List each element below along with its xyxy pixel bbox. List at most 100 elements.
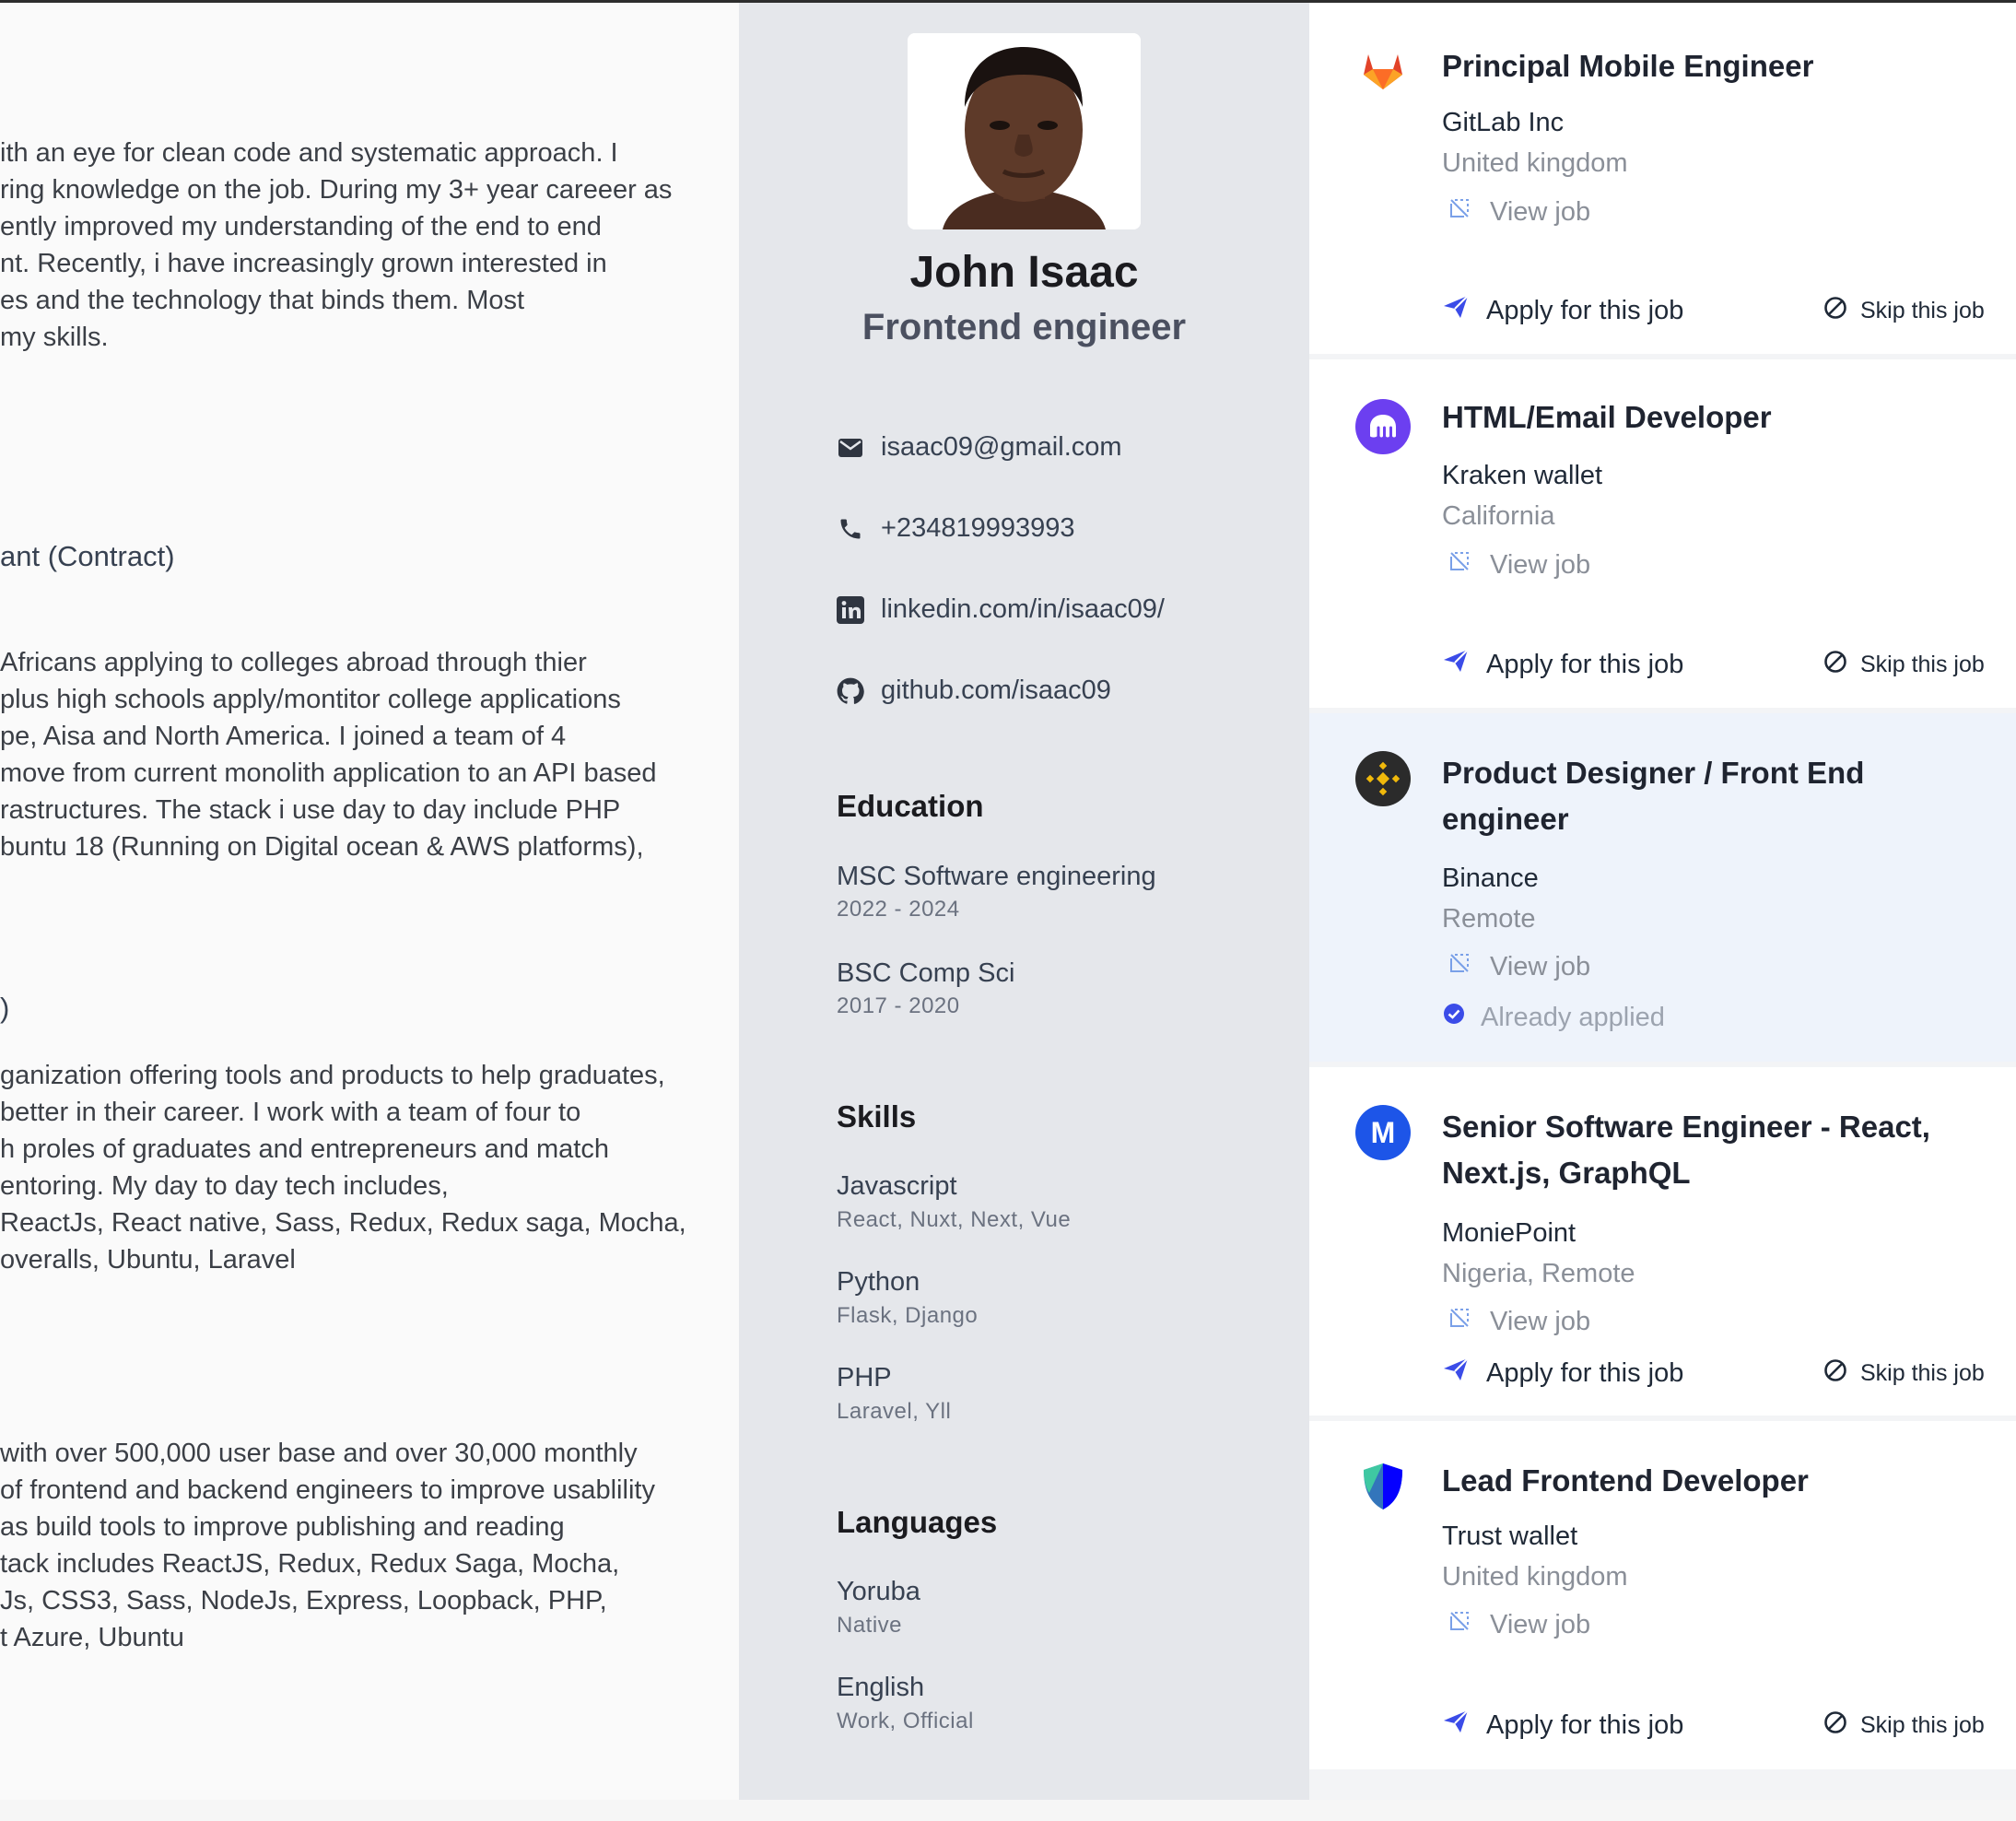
experience-line: pe, Aisa and North America. I joined a t…	[0, 722, 567, 751]
language-name: Yoruba	[837, 1577, 920, 1606]
view-job-label: View job	[1490, 1306, 1591, 1336]
job-location: Remote	[1442, 904, 1536, 934]
phone-icon	[837, 515, 864, 543]
experience-description: ganization offering tools and products t…	[0, 1057, 686, 1278]
experience-line: plus high schools apply/montitor college…	[0, 685, 621, 714]
ban-icon	[1823, 1710, 1847, 1741]
external-link-icon	[1448, 196, 1471, 228]
send-icon	[1442, 1357, 1470, 1390]
skill-frameworks: React, Nuxt, Next, Vue	[837, 1207, 1072, 1232]
contact-phone-text: +234819993993	[881, 513, 1075, 543]
external-link-icon	[1448, 549, 1471, 581]
experience-heading: )	[0, 992, 10, 1024]
skills-title: Skills	[837, 1099, 917, 1134]
education-title: Education	[837, 789, 984, 823]
binance-icon	[1355, 751, 1411, 806]
view-job-link[interactable]: View job	[1448, 1306, 1590, 1337]
summary-line: nt. Recently, i have increasingly grown …	[0, 249, 607, 278]
skip-label: Skip this job	[1860, 652, 1985, 677]
view-job-link[interactable]: View job	[1448, 196, 1590, 228]
contact-email[interactable]: isaac09@gmail.com	[837, 432, 1122, 463]
experience-line: with over 500,000 user base and over 30,…	[0, 1439, 638, 1468]
summary-line: my skills.	[0, 323, 109, 352]
contact-phone[interactable]: +234819993993	[837, 513, 1074, 544]
job-title[interactable]: Product Designer / Front End engineer	[1442, 750, 1958, 842]
kraken-icon	[1355, 399, 1411, 454]
view-job-link[interactable]: View job	[1448, 549, 1590, 581]
experience-line: rastructures. The stack i use day to day…	[0, 795, 621, 825]
bottom-strip	[0, 1800, 2016, 1821]
experience-line: buntu 18 (Running on Digital ocean & AWS…	[0, 832, 644, 862]
external-link-icon	[1448, 1609, 1471, 1640]
experience-line: ganization offering tools and products t…	[0, 1061, 665, 1090]
job-company: Trust wallet	[1442, 1521, 1578, 1551]
already-applied-label: Already applied	[1481, 1002, 1665, 1032]
contact-linkedin[interactable]: linkedin.com/in/isaac09/	[837, 594, 1165, 625]
languages-title: Languages	[837, 1505, 998, 1539]
experience-line: overalls, Ubuntu, Laravel	[0, 1245, 296, 1275]
job-location: Nigeria, Remote	[1442, 1259, 1635, 1288]
external-link-icon	[1448, 951, 1471, 982]
job-card[interactable]: HTML/Email Developer Kraken wallet Calif…	[1309, 359, 2016, 708]
summary-line: es and the technology that binds them. M…	[0, 286, 525, 315]
profile-name: John Isaac	[909, 248, 1139, 297]
skill-frameworks: Laravel, Yll	[837, 1399, 952, 1424]
job-company: MoniePoint	[1442, 1218, 1576, 1248]
apply-label: Apply for this job	[1486, 1709, 1684, 1740]
view-job-label: View job	[1490, 196, 1591, 227]
github-icon	[837, 677, 864, 705]
job-location: United kingdom	[1442, 148, 1628, 178]
experience-line: as build tools to improve publishing and…	[0, 1512, 565, 1542]
job-title[interactable]: HTML/Email Developer	[1442, 394, 1958, 441]
avatar	[908, 33, 1141, 229]
skip-button[interactable]: Skip this job	[1823, 1710, 1985, 1741]
experience-description: with over 500,000 user base and over 30,…	[0, 1435, 655, 1656]
experience-line: ReactJs, React native, Sass, Redux, Redu…	[0, 1208, 686, 1238]
skill-name: Python	[837, 1267, 920, 1297]
svg-text:M: M	[1371, 1116, 1396, 1149]
send-icon	[1442, 648, 1470, 681]
experience-line: move from current monolith application t…	[0, 758, 657, 788]
apply-label: Apply for this job	[1486, 1357, 1684, 1388]
job-card[interactable]: Lead Frontend Developer Trust wallet Uni…	[1309, 1421, 2016, 1769]
apply-button[interactable]: Apply for this job	[1442, 648, 1683, 681]
apply-button[interactable]: Apply for this job	[1442, 1709, 1683, 1742]
view-job-link[interactable]: View job	[1448, 951, 1590, 982]
skip-button[interactable]: Skip this job	[1823, 1358, 1985, 1389]
external-link-icon	[1448, 1306, 1471, 1337]
view-job-link[interactable]: View job	[1448, 1609, 1590, 1640]
apply-label: Apply for this job	[1486, 295, 1684, 325]
apply-button[interactable]: Apply for this job	[1442, 294, 1683, 327]
mail-icon	[837, 434, 864, 462]
language-level: Native	[837, 1613, 903, 1638]
send-icon	[1442, 294, 1470, 327]
job-card[interactable]: M Senior Software Engineer - React, Next…	[1309, 1067, 2016, 1416]
experience-line: tack includes ReactJS, Redux, Redux Saga…	[0, 1549, 620, 1579]
experience-line: Africans applying to colleges abroad thr…	[0, 648, 587, 677]
apply-button[interactable]: Apply for this job	[1442, 1357, 1683, 1390]
check-circle-icon	[1442, 1002, 1466, 1033]
view-job-label: View job	[1490, 951, 1591, 981]
job-location: United kingdom	[1442, 1562, 1628, 1592]
education-degree: MSC Software engineering	[837, 862, 1156, 891]
contact-github-text: github.com/isaac09	[881, 676, 1111, 705]
ban-icon	[1823, 650, 1847, 680]
skip-button[interactable]: Skip this job	[1823, 650, 1985, 680]
job-title[interactable]: Senior Software Engineer - React, Next.j…	[1442, 1104, 1958, 1196]
job-title[interactable]: Lead Frontend Developer	[1442, 1458, 1958, 1504]
job-location: California	[1442, 501, 1555, 531]
contact-linkedin-text: linkedin.com/in/isaac09/	[881, 594, 1165, 624]
contact-github[interactable]: github.com/isaac09	[837, 676, 1111, 706]
view-job-label: View job	[1490, 549, 1591, 580]
skill-name: Javascript	[837, 1171, 957, 1201]
job-card[interactable]: Product Designer / Front End engineer Bi…	[1309, 713, 2016, 1062]
summary-line: ently improved my understanding of the e…	[0, 212, 602, 241]
job-title[interactable]: Principal Mobile Engineer	[1442, 43, 1958, 89]
skip-button[interactable]: Skip this job	[1823, 296, 1985, 326]
send-icon	[1442, 1709, 1470, 1742]
job-company: GitLab Inc	[1442, 108, 1565, 137]
apply-label: Apply for this job	[1486, 649, 1684, 679]
language-name: English	[837, 1673, 925, 1702]
summary-paragraph: ith an eye for clean code and systematic…	[0, 135, 672, 356]
job-card[interactable]: Principal Mobile Engineer GitLab Inc Uni…	[1309, 3, 2016, 354]
